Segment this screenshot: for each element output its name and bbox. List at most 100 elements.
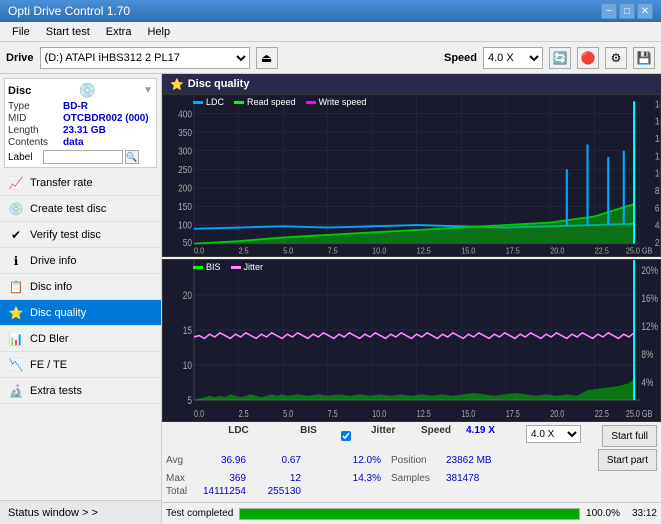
ldc-legend-item: LDC [193,97,224,107]
stats-empty-header [166,425,201,447]
disc-type-label: Type [8,101,63,112]
window-controls: − □ ✕ [601,3,653,19]
disc-contents-row: Contents data [8,137,153,148]
disc-quality-header: ⭐ Disc quality [162,74,661,94]
jitter-header: Jitter [371,425,421,447]
svg-text:12.5: 12.5 [417,408,431,419]
svg-text:20.0: 20.0 [550,246,565,256]
avg-label: Avg [166,455,201,466]
svg-text:17.5: 17.5 [506,246,521,256]
svg-text:22.5: 22.5 [595,408,609,419]
jitter-checkbox-area [341,425,371,447]
sidebar-item-transfer-rate[interactable]: 📈 Transfer rate [0,170,161,196]
status-window-button[interactable]: Status window > > [0,500,161,524]
max-label: Max [166,473,201,484]
svg-text:10X: 10X [655,168,660,179]
svg-text:20%: 20% [641,265,658,278]
stats-max-row: Max 369 12 14.3% Samples 381478 [166,472,657,485]
bottom-status-bar: Test completed 100.0% 33:12 [162,502,661,524]
disc-contents-label: Contents [8,137,63,148]
sidebar-item-drive-info[interactable]: ℹ Drive info [0,248,161,274]
sidebar-item-extra-tests[interactable]: 🔬 Extra tests [0,378,161,404]
status-text: Test completed [166,508,233,519]
max-bis-value: 12 [256,473,311,484]
sidebar-item-create-test-disc-label: Create test disc [30,203,106,215]
position-header: Position [391,455,446,466]
start-part-button[interactable]: Start part [598,449,657,471]
progress-bar [239,508,580,520]
charts-wrapper: LDC Read speed Write speed [162,94,661,422]
sidebar-item-disc-info[interactable]: 📋 Disc info [0,274,161,300]
menu-start-test[interactable]: Start test [38,24,98,40]
bis-legend-item: BIS [193,262,221,272]
svg-text:350: 350 [178,127,192,138]
bis-chart: BIS Jitter [162,259,661,422]
stats-avg-row: Avg 36.96 0.67 12.0% Position 23862 MB S… [166,448,657,472]
jitter-legend-item: Jitter [231,262,264,272]
svg-text:18X: 18X [655,99,660,110]
disc-panel-header: Disc 💿 ▼ [8,82,153,99]
bis-legend-color [193,266,203,269]
minimize-button[interactable]: − [601,3,617,19]
eject-button[interactable]: ⏏ [256,47,278,69]
disc-length-value: 23.31 GB [63,125,106,136]
disc-info-icon: 📋 [8,280,24,294]
sidebar-item-transfer-rate-label: Transfer rate [30,177,93,189]
drive-info-icon: ℹ [8,254,24,268]
speed-select[interactable]: 4.0 X [483,47,543,69]
save-button[interactable]: 💾 [633,47,655,69]
drive-select[interactable]: (D:) ATAPI iHBS312 2 PL17 [40,47,250,69]
svg-text:22.5: 22.5 [595,246,610,256]
sidebar: Disc 💿 ▼ Type BD-R MID OTCBDR002 (000) L… [0,74,162,524]
stats-total-row: Total 14111254 255130 [166,485,657,498]
menu-help[interactable]: Help [139,24,178,40]
start-full-button[interactable]: Start full [602,425,657,447]
jitter-checkbox[interactable] [341,431,351,441]
svg-text:5.0: 5.0 [283,246,294,256]
drive-label: Drive [6,52,34,64]
bis-legend-label: BIS [206,262,221,272]
disc-length-row: Length 23.31 GB [8,125,153,136]
toolbar: Drive (D:) ATAPI iHBS312 2 PL17 ⏏ Speed … [0,42,661,74]
sidebar-item-disc-quality-label: Disc quality [30,307,86,319]
menu-extra[interactable]: Extra [98,24,140,40]
write-speed-legend-item: Write speed [306,97,367,107]
title-bar: Opti Drive Control 1.70 − □ ✕ [0,0,661,22]
ldc-legend-label: LDC [206,97,224,107]
sidebar-item-fe-te-label: FE / TE [30,359,67,371]
bis-chart-legend: BIS Jitter [193,262,263,272]
app-title: Opti Drive Control 1.70 [8,4,130,18]
disc-label-input[interactable] [43,150,123,164]
total-bis-value: 255130 [256,486,311,497]
speed-header: Speed [421,425,466,447]
disc-label-button[interactable]: 🔍 [125,150,139,164]
svg-text:400: 400 [178,109,192,120]
x-speed-select[interactable]: 4.0 X [526,425,581,443]
disc-contents-value: data [63,137,84,148]
settings-button[interactable]: ⚙ [605,47,627,69]
speed-label: Speed [444,52,477,64]
sidebar-item-verify-test-disc[interactable]: ✔ Verify test disc [0,222,161,248]
svg-text:12X: 12X [655,151,660,162]
close-button[interactable]: ✕ [637,3,653,19]
sidebar-item-drive-info-label: Drive info [30,255,76,267]
sidebar-item-fe-te[interactable]: 📉 FE / TE [0,352,161,378]
disc-mid-label: MID [8,113,63,124]
svg-text:4X: 4X [655,220,660,231]
svg-text:4%: 4% [641,377,653,390]
sidebar-item-disc-quality[interactable]: ⭐ Disc quality [0,300,161,326]
max-ldc-value: 369 [201,473,256,484]
svg-text:100: 100 [178,220,192,231]
disc-icon: 💿 [78,82,95,99]
maximize-button[interactable]: □ [619,3,635,19]
avg-jitter-value: 12.0% [311,455,391,466]
sidebar-item-cd-bler[interactable]: 📊 CD Bler [0,326,161,352]
burn-button[interactable]: 🔴 [577,47,599,69]
verify-test-disc-icon: ✔ [8,228,24,242]
sidebar-item-create-test-disc[interactable]: 💿 Create test disc [0,196,161,222]
disc-panel: Disc 💿 ▼ Type BD-R MID OTCBDR002 (000) L… [4,78,157,168]
menu-file[interactable]: File [4,24,38,40]
refresh-button[interactable]: 🔄 [549,47,571,69]
transfer-rate-icon: 📈 [8,176,24,190]
ldc-chart: LDC Read speed Write speed [162,94,661,257]
